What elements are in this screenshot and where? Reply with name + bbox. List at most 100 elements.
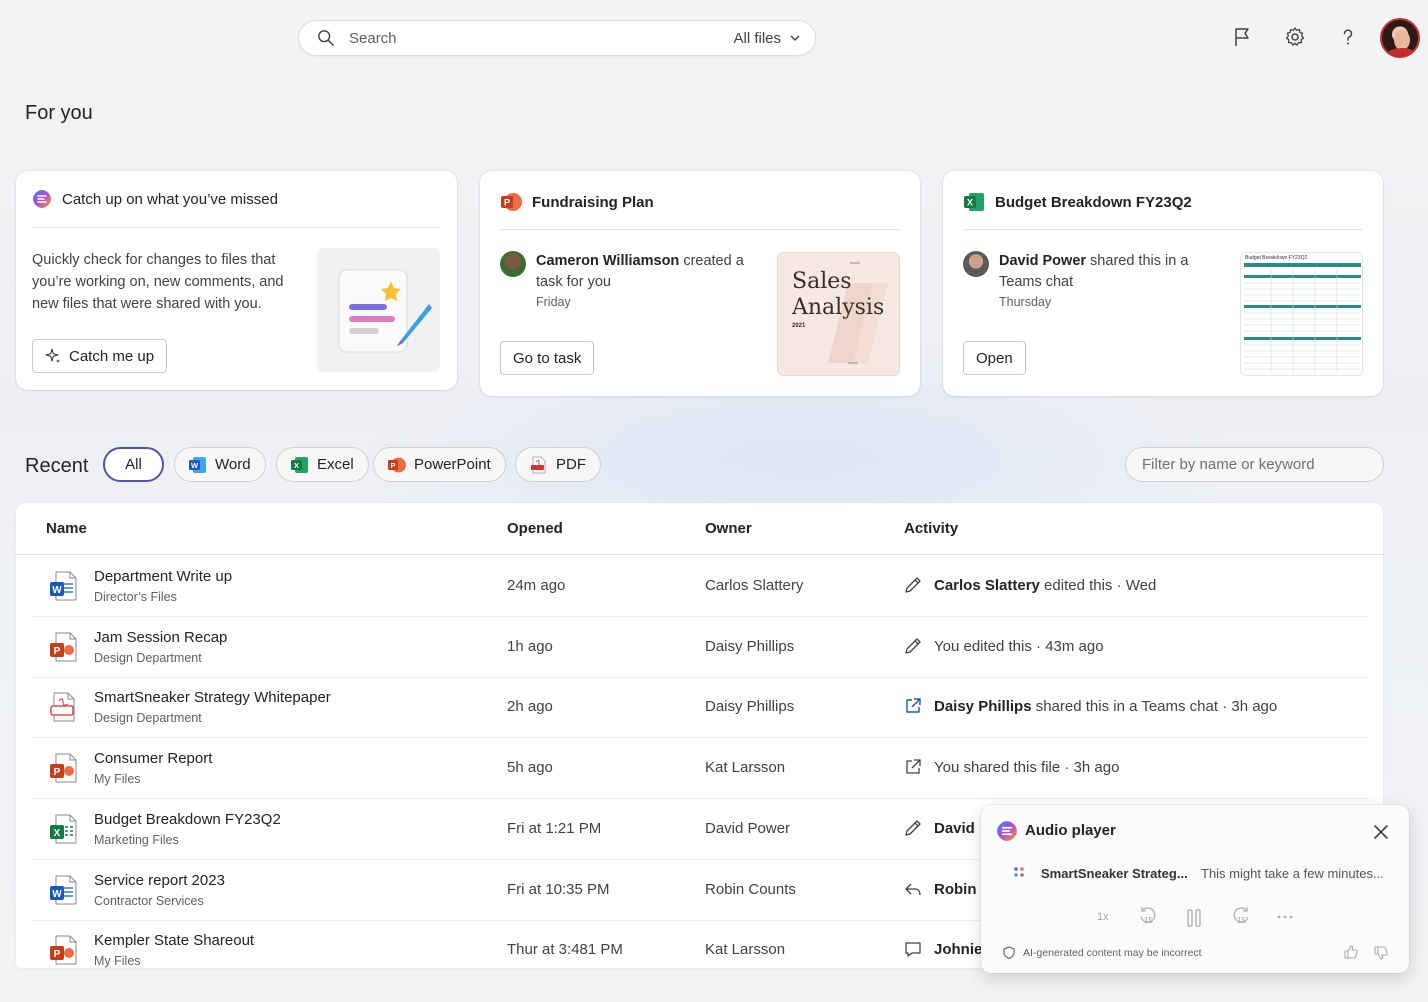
card-fundraising-plan[interactable]: P Fundraising Plan Cameron Williamson cr… [480, 171, 920, 396]
user-avatar[interactable] [1380, 18, 1420, 58]
card-description: Quickly check for changes to files that … [32, 252, 284, 312]
shield-icon [1003, 946, 1015, 959]
pause-icon[interactable] [1186, 909, 1202, 927]
filter-placeholder: Filter by name or keyword [1142, 456, 1315, 473]
skip-forward-button[interactable]: 15 [1231, 905, 1251, 932]
file-location: Director’s Files [94, 590, 177, 604]
playback-speed-button[interactable]: 1x [1097, 911, 1109, 923]
filter-chip-excel[interactable]: X Excel [276, 447, 369, 482]
search-box[interactable]: Search All files [298, 20, 816, 56]
svg-text:X: X [294, 461, 299, 470]
file-opened: 24m ago [507, 577, 566, 594]
file-name[interactable]: Department Write up [94, 568, 232, 585]
svg-text:P: P [504, 198, 510, 208]
column-header-owner[interactable]: Owner [705, 520, 752, 537]
share-out-icon [903, 757, 923, 777]
file-location: My Files [94, 954, 141, 968]
card-budget-breakdown[interactable]: X Budget Breakdown FY23Q2 David Power sh… [943, 171, 1383, 396]
activity-text: shared this in a Teams chat · 3h ago [1031, 698, 1278, 716]
file-location: Design Department [94, 711, 202, 726]
file-name[interactable]: Kempler State Shareout [94, 932, 254, 949]
gear-icon[interactable] [1284, 26, 1306, 48]
help-icon[interactable] [1337, 26, 1359, 48]
card-title: Fundraising Plan [532, 193, 654, 211]
thumbs-down-icon[interactable] [1373, 945, 1389, 961]
activity-text: edited this · Wed [1039, 577, 1157, 594]
excel-file-icon: X [48, 813, 80, 845]
open-button[interactable]: Open [963, 341, 1026, 375]
svg-text:W: W [52, 889, 62, 900]
file-name[interactable]: Jam Session Recap [94, 629, 227, 646]
file-opened: 1h ago [507, 637, 553, 655]
audio-player-title: Audio player [1025, 822, 1116, 839]
file-activity: Carlos Slattery edited this · Wed [934, 577, 1156, 594]
activity-person: Daisy Phillips [934, 698, 1032, 716]
table-row[interactable]: P Jam Session Recap Design Department 1h ag… [32, 617, 1368, 678]
open-label: Open [976, 349, 1013, 367]
catch-me-up-label: Catch me up [69, 347, 155, 365]
file-thumbnail: Budget Breakdown FY23Q2 [1240, 252, 1363, 376]
ppt-file-icon: P [48, 752, 80, 784]
file-opened: Thur at 3:481 PM [507, 941, 623, 959]
file-owner: Kat Larsson [705, 759, 786, 777]
catch-me-up-button[interactable]: Catch me up [32, 339, 168, 373]
activity-time: Thursday [999, 295, 1052, 309]
ppt-file-icon: P [48, 934, 80, 966]
activity-person: Johnie [934, 941, 983, 959]
search-input[interactable]: Search [349, 30, 733, 47]
more-options-icon[interactable] [1277, 915, 1293, 919]
filter-chip-all[interactable]: All [103, 447, 164, 482]
table-row[interactable]: W Department Write up Director’s Files 24m … [32, 556, 1368, 617]
svg-text:X: X [967, 198, 973, 208]
file-location: Marketing Files [94, 832, 179, 847]
chip-label: Word [215, 456, 251, 473]
avatar [500, 251, 526, 277]
section-title-for-you: For you [25, 102, 93, 124]
close-icon[interactable] [1373, 824, 1389, 840]
file-activity: Robin [934, 881, 977, 898]
thumbs-up-icon[interactable] [1343, 944, 1359, 960]
word-file-icon: W [48, 570, 80, 602]
flag-icon[interactable] [1231, 26, 1253, 48]
table-row[interactable]: P Consumer Report My Files 5h ago Kat Larsso… [32, 738, 1368, 800]
audio-status: This might take a few minutes... [1201, 866, 1384, 881]
powerpoint-icon: P [388, 457, 406, 472]
file-owner: Robin Counts [705, 880, 796, 898]
chip-label: PDF [556, 456, 586, 473]
chip-label: Excel [317, 456, 354, 473]
activity-person: David Power [999, 253, 1087, 269]
svg-text:P: P [54, 767, 61, 778]
skip-back-seconds: 15 [1144, 916, 1153, 925]
column-header-name[interactable]: Name [46, 520, 87, 537]
excel-icon: X [964, 193, 984, 211]
pencil-icon [903, 636, 923, 656]
file-opened: Fri at 10:35 PM [507, 880, 610, 898]
card-title: Budget Breakdown FY23Q2 [995, 193, 1192, 211]
svg-text:X: X [54, 828, 61, 839]
filter-chip-powerpoint[interactable]: P PowerPoint [373, 447, 506, 482]
table-row[interactable]: SmartSneaker Strategy Whitepaper Design D… [32, 677, 1368, 739]
skip-back-button[interactable]: 15 [1138, 905, 1158, 932]
filter-input[interactable]: Filter by name or keyword [1125, 447, 1384, 482]
go-to-task-button[interactable]: Go to task [500, 341, 595, 375]
comment-icon [903, 939, 923, 959]
activity-person: Carlos Slattery [934, 577, 1040, 594]
powerpoint-icon: P [501, 193, 522, 211]
file-name[interactable]: SmartSneaker Strategy Whitepaper [94, 689, 331, 706]
filter-chip-word[interactable]: W Word [174, 447, 266, 482]
copilot-icon [33, 190, 51, 208]
column-header-activity[interactable]: Activity [904, 520, 958, 537]
search-scope-dropdown[interactable]: All files [733, 30, 801, 47]
column-header-opened[interactable]: Opened [507, 520, 563, 537]
file-name[interactable]: Budget Breakdown FY23Q2 [94, 811, 281, 828]
activity-text: You edited this · 43m ago [934, 637, 1104, 655]
activity-person: Robin [934, 880, 977, 898]
file-opened: 5h ago [507, 759, 553, 777]
filter-chip-pdf[interactable]: PDF [515, 447, 601, 482]
skip-forward-seconds: 15 [1237, 916, 1246, 925]
file-name[interactable]: Consumer Report [94, 750, 212, 767]
pdf-file-icon [48, 691, 80, 723]
file-name[interactable]: Service report 2023 [94, 872, 225, 889]
file-owner: Daisy Phillips [705, 698, 795, 716]
activity-person: David [934, 819, 975, 837]
